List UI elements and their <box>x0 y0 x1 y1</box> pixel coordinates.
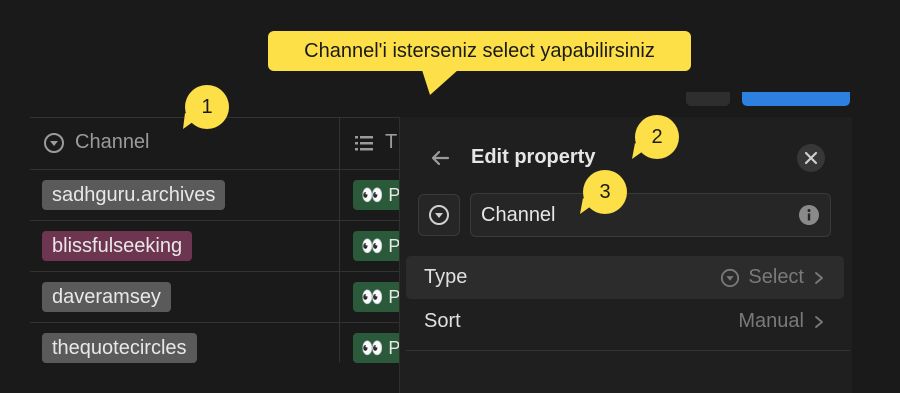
t-cell-tag[interactable]: 👀 P <box>353 282 399 312</box>
badge-pointer <box>580 198 594 214</box>
property-icon-button[interactable] <box>418 194 460 236</box>
badge-pointer <box>632 143 646 159</box>
banner-pointer <box>422 70 458 95</box>
channel-tag[interactable]: blissfulseeking <box>42 231 193 261</box>
column-header-label: T <box>385 131 398 153</box>
select-circle-icon <box>43 132 65 154</box>
property-name-input[interactable] <box>470 193 831 237</box>
t-cell-tag[interactable]: 👀 P <box>353 231 399 261</box>
type-value: Select <box>720 266 826 289</box>
list-icon <box>353 132 375 154</box>
edit-property-panel <box>399 117 852 393</box>
column-header-channel[interactable]: Channel <box>43 131 150 154</box>
badge-pointer <box>183 113 197 129</box>
annotation-banner: Channel'i isterseniz select yapabilirsin… <box>268 31 691 71</box>
row-divider <box>30 322 399 323</box>
close-button[interactable] <box>797 144 825 172</box>
sort-label: Sort <box>424 310 461 332</box>
column-header-t[interactable]: T <box>353 131 397 154</box>
header-bottom-border <box>30 169 399 170</box>
back-arrow-icon[interactable] <box>428 146 452 175</box>
toolbar-secondary-button[interactable] <box>686 92 730 106</box>
select-circle-icon <box>720 268 740 288</box>
t-cell-tag[interactable]: 👀 P <box>353 180 399 210</box>
sort-row[interactable]: Sort Manual <box>406 300 844 343</box>
channel-tag[interactable]: sadhguru.archives <box>42 180 226 210</box>
sort-value-text: Manual <box>738 310 804 332</box>
type-value-text: Select <box>748 266 804 288</box>
type-label: Type <box>424 266 468 288</box>
select-circle-icon <box>428 204 450 226</box>
new-button[interactable] <box>742 92 850 106</box>
t-cell-tag[interactable]: 👀 P <box>353 333 399 363</box>
close-icon <box>804 151 818 165</box>
sort-value: Manual <box>738 310 826 333</box>
info-icon[interactable] <box>798 204 820 226</box>
panel-title: Edit property <box>471 146 596 168</box>
chevron-right-icon <box>812 315 826 329</box>
channel-tag[interactable]: thequotecircles <box>42 333 197 363</box>
channel-tag[interactable]: daveramsey <box>42 282 171 312</box>
row-divider <box>30 220 399 221</box>
column-divider <box>339 117 340 362</box>
chevron-right-icon <box>812 271 826 285</box>
column-header-label: Channel <box>75 131 150 153</box>
type-row[interactable]: Type Select <box>406 256 844 299</box>
row-divider <box>30 271 399 272</box>
panel-divider <box>406 350 850 351</box>
